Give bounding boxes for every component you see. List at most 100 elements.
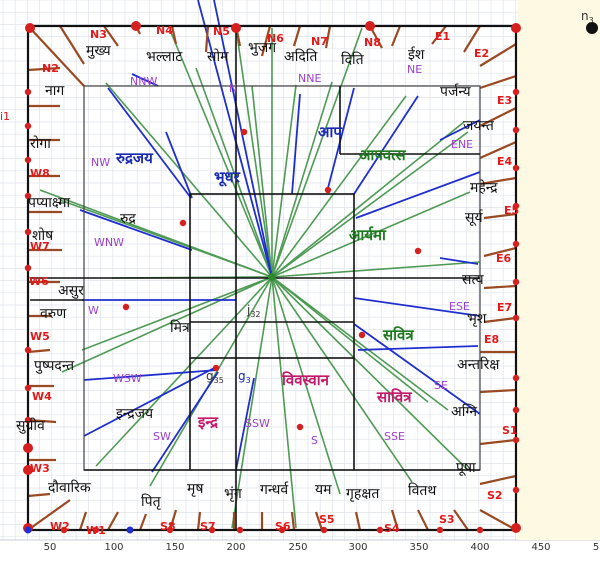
deity-bhallat: भल्लाट: [146, 49, 183, 65]
green-ray: [169, 29, 273, 278]
deity-rudra: रुद्र: [120, 211, 136, 227]
marker-dot: [436, 526, 444, 534]
corner-dot: [131, 21, 141, 31]
marker-dot: [24, 384, 32, 392]
brown-ray: [479, 74, 517, 90]
deity-mrig: मृष: [187, 481, 204, 497]
corner-dot: [511, 23, 521, 33]
pada-N4: N4: [156, 24, 173, 37]
deity-pusha: पूषा: [456, 460, 476, 476]
pada-N2: N2: [42, 62, 59, 75]
deity-indrajay: इन्द्रजय: [116, 406, 154, 422]
dir-SSW: SSW: [245, 417, 270, 430]
dir-NNW: NNW: [130, 75, 157, 88]
pada-E5: E5: [504, 204, 519, 217]
corner-dot: [365, 21, 375, 31]
marker-dot: [512, 240, 520, 248]
deity-jayant: जयन्त: [463, 118, 495, 134]
deity-bhrung: भृंग: [224, 486, 243, 502]
deity-soma: सोम: [207, 48, 229, 65]
marker-dot: [324, 186, 332, 194]
deity-yama: यम: [315, 482, 332, 498]
marker-dot: [512, 436, 520, 444]
marker-dot: [179, 219, 187, 227]
center-point: [268, 273, 276, 281]
deity-asur: असुर: [58, 283, 84, 299]
right-side-panel: [518, 0, 600, 540]
brown-ray: [59, 25, 85, 65]
dir-SSE: SSE: [384, 430, 405, 443]
corner-dot: [25, 23, 35, 33]
corner-dot: [511, 523, 521, 533]
marker-dot: [476, 526, 484, 534]
dir-W: W: [88, 304, 99, 317]
deity-dauvarik: दौवारिक: [48, 479, 91, 496]
deity-bhudhar: भूधर: [214, 168, 241, 187]
pada-E3: E3: [497, 94, 512, 107]
brown-ray: [27, 348, 51, 354]
deity-vivasvan: विवस्वान: [281, 371, 330, 389]
marker-dot: [24, 346, 32, 354]
dir-NE: NE: [407, 63, 422, 76]
deity-mukhya: मुख्य: [86, 43, 112, 59]
point-label-g3: g3: [238, 369, 251, 385]
marker-dot: [24, 156, 32, 164]
green-ray: [271, 81, 333, 278]
deity-mitra: मित्र: [170, 319, 190, 336]
x-tick: 450: [531, 542, 550, 553]
corner-dot: [231, 23, 241, 33]
deity-satya: सत्य: [462, 272, 485, 288]
marker-dot: [512, 486, 520, 494]
marker-dot: [512, 278, 520, 286]
pada-S8: S8: [160, 520, 176, 533]
x-tick: 5: [593, 542, 599, 553]
pada-S1: S1: [502, 424, 518, 437]
blue-ray: [165, 131, 193, 199]
axis-dot: [126, 526, 134, 534]
marker-dot: [24, 88, 32, 96]
pada-S6: S6: [275, 520, 291, 533]
pada-E2: E2: [474, 47, 489, 60]
brown-ray: [292, 25, 302, 47]
marker-dot: [512, 88, 520, 96]
pada-N3: N3: [90, 28, 107, 41]
pada-E1: E1: [435, 30, 450, 43]
marker-dot: [296, 423, 304, 431]
marker-dot: [512, 164, 520, 172]
deity-mahendra: महेन्द्र: [470, 179, 498, 196]
dir-WSW: WSW: [113, 372, 142, 385]
pada-E4: E4: [497, 155, 513, 168]
axis-dot: [24, 526, 32, 534]
pada-S4: S4: [384, 522, 400, 535]
marker-dot: [358, 331, 366, 339]
dir-NNE: NNE: [298, 72, 321, 85]
x-tick: 400: [470, 542, 489, 553]
deity-pushpadanta: पुष्पदन्त: [34, 358, 75, 374]
deity-roga: रोगा: [30, 135, 51, 152]
dir-SE: SE: [434, 379, 448, 392]
deity-shosh: शोष: [32, 227, 54, 244]
deity-diti: दिति: [341, 51, 365, 68]
pada-W2: W2: [50, 520, 70, 533]
deity-grihakshat: गृहक्षत: [346, 486, 380, 502]
dir-SW: SW: [153, 430, 171, 443]
x-tick: 350: [409, 542, 428, 553]
deity-rudrajay: रुद्रजय: [115, 149, 154, 167]
brown-ray: [479, 509, 517, 531]
brown-ray: [483, 316, 517, 324]
ray-lines: [27, 0, 517, 531]
marker-dot: [212, 364, 220, 372]
marker-dot: [24, 264, 32, 272]
deity-savitri-inner: सावित्र: [376, 388, 412, 406]
deity-gandharva: गन्धर्व: [260, 481, 289, 498]
brown-ray: [483, 284, 517, 290]
deity-parjanya: पर्जन्य: [440, 83, 471, 100]
dir-N: N: [229, 82, 237, 95]
pada-E6: E6: [496, 252, 512, 265]
brown-ray: [138, 513, 148, 531]
marker-dot: [24, 228, 32, 236]
deity-bhujang: भुजग: [248, 40, 277, 56]
pada-W8: W8: [30, 167, 50, 180]
pada-W6: W6: [29, 275, 49, 288]
marker-dot: [414, 247, 422, 255]
